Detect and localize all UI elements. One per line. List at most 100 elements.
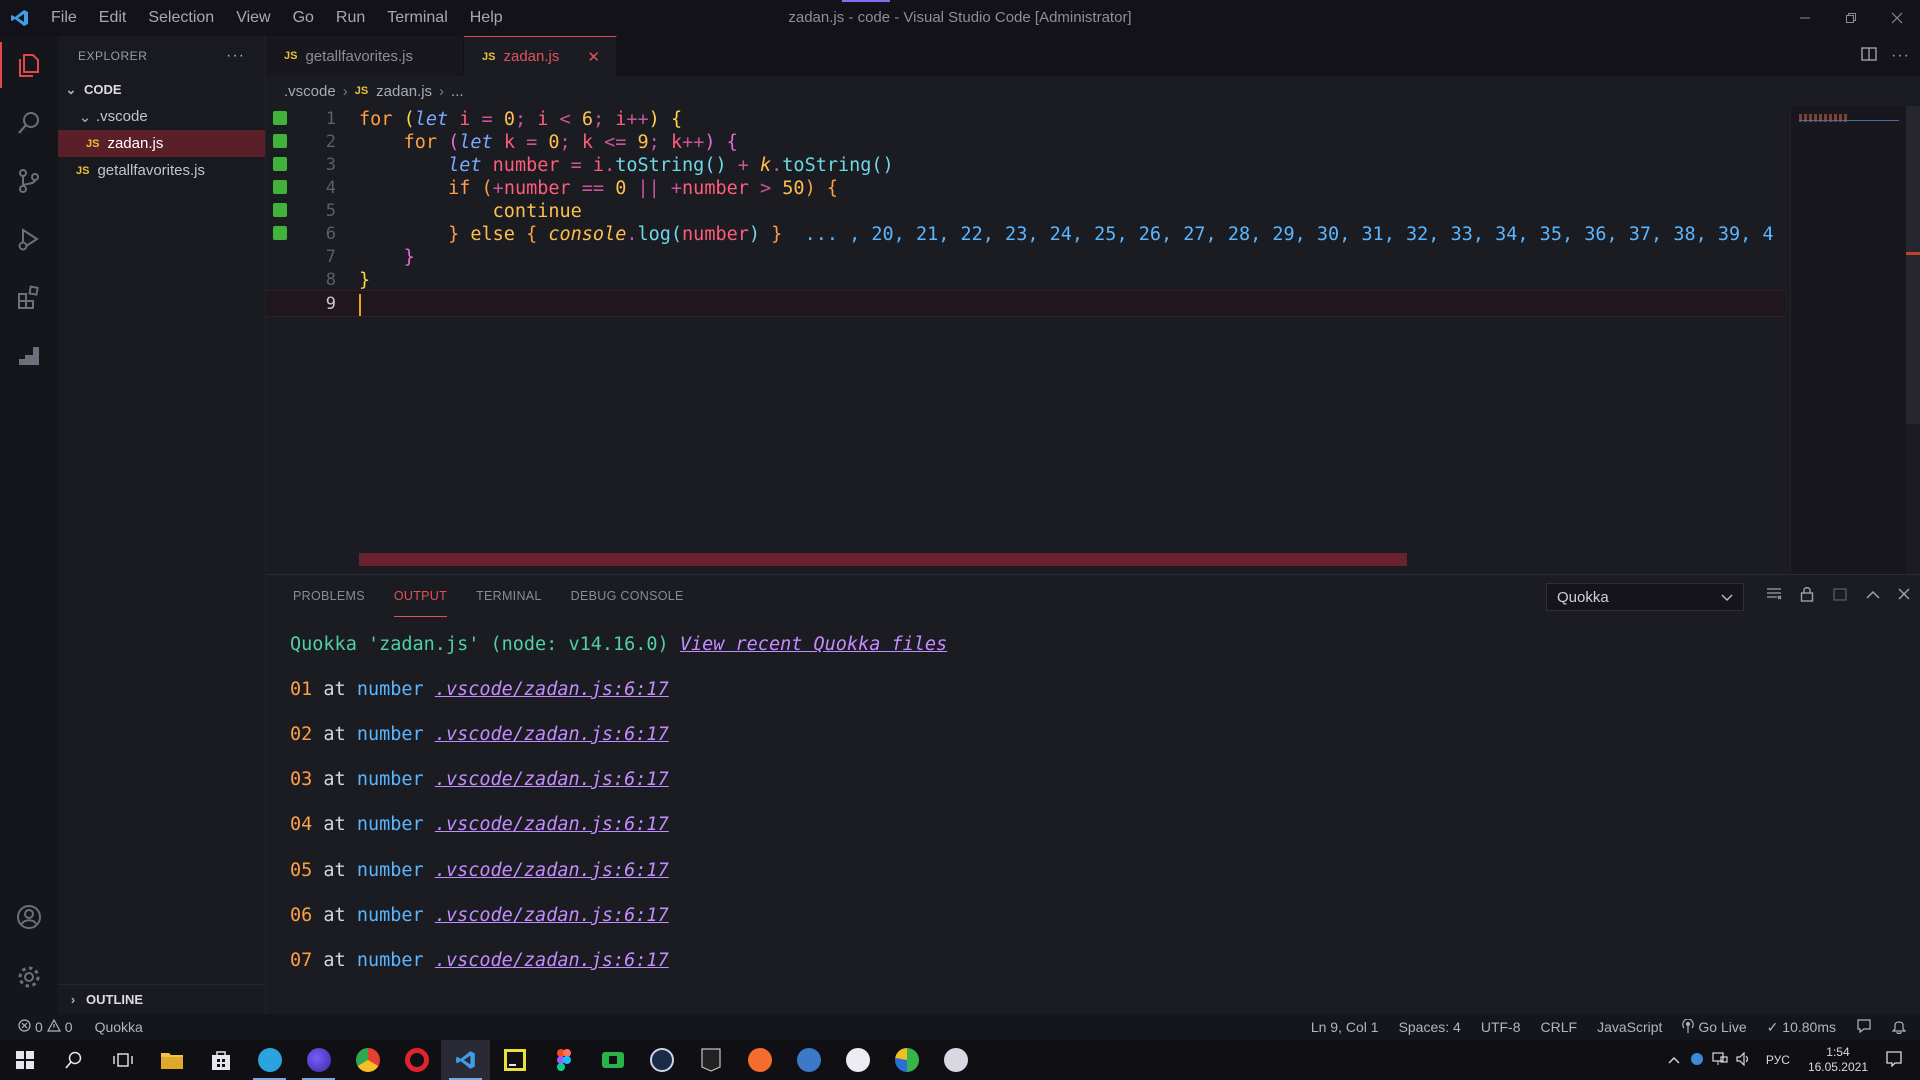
browser-globe-icon[interactable]	[882, 1040, 931, 1080]
feedback-icon[interactable]	[1856, 1018, 1872, 1037]
figma-icon[interactable]	[539, 1040, 588, 1080]
qbittorrent-icon[interactable]	[784, 1040, 833, 1080]
vpn-icon[interactable]	[833, 1040, 882, 1080]
firefox-icon[interactable]	[294, 1040, 343, 1080]
accounts-icon[interactable]	[0, 888, 58, 946]
remote-explorer-icon[interactable]	[0, 326, 58, 384]
quokka-status[interactable]: Quokka	[95, 1019, 143, 1035]
close-tab-icon[interactable]: ✕	[587, 48, 600, 66]
quokka-header: Quokka 'zadan.js' (node: v14.16.0) View …	[290, 634, 948, 655]
go-live-button[interactable]: Go Live	[1682, 1017, 1747, 1036]
input-language[interactable]: РУС	[1766, 1053, 1790, 1067]
close-window-button[interactable]	[1874, 0, 1920, 36]
notifications-bell-icon[interactable]	[1891, 1018, 1907, 1037]
opera-icon[interactable]	[392, 1040, 441, 1080]
lock-scroll-icon[interactable]	[1800, 586, 1814, 607]
tab-zadan[interactable]: JS zadan.js ✕	[464, 36, 617, 76]
origin-icon[interactable]	[735, 1040, 784, 1080]
source-link[interactable]: .vscode/zadan.js:6:17	[435, 860, 669, 881]
menu-help[interactable]: Help	[459, 9, 514, 27]
file-explorer-icon[interactable]	[147, 1040, 196, 1080]
network-icon[interactable]	[1712, 1051, 1728, 1069]
clock[interactable]: 1:54 16.05.2021	[1808, 1045, 1868, 1075]
source-link[interactable]: .vscode/zadan.js:6:17	[435, 679, 669, 700]
js-file-icon: JS	[76, 164, 90, 177]
outline-section[interactable]: › OUTLINE	[58, 984, 265, 1014]
quokka-timing[interactable]: ✓ 10.80ms	[1767, 1019, 1836, 1036]
bottom-panel: PROBLEMS OUTPUT TERMINAL DEBUG CONSOLE Q…	[266, 574, 1920, 1014]
epic-games-icon[interactable]	[686, 1040, 735, 1080]
file-getallfavorites-js[interactable]: JS getallfavorites.js	[58, 157, 265, 184]
pycharm-icon[interactable]	[490, 1040, 539, 1080]
horizontal-scrollbar[interactable]	[359, 553, 1407, 566]
chevron-up-icon[interactable]	[1668, 1053, 1680, 1067]
explorer-sidebar: EXPLORER ··· ⌄ CODE ⌄ .vscode JS zadan.j…	[58, 36, 266, 1014]
menu-run[interactable]: Run	[325, 9, 376, 27]
source-link[interactable]: .vscode/zadan.js:6:17	[435, 769, 669, 790]
app-green-icon[interactable]	[588, 1040, 637, 1080]
source-control-icon[interactable]	[0, 152, 58, 210]
cursor-position[interactable]: Ln 9, Col 1	[1311, 1019, 1379, 1035]
tab-terminal[interactable]: TERMINAL	[476, 575, 542, 617]
task-view-icon[interactable]	[98, 1040, 147, 1080]
code-editor[interactable]: 1 for (let i = 0; i < 6; i++) { 2 for (l…	[266, 106, 1920, 574]
taskbar-search-icon[interactable]	[49, 1040, 98, 1080]
more-actions-icon[interactable]: ···	[226, 47, 245, 65]
language-mode[interactable]: JavaScript	[1597, 1019, 1662, 1035]
open-log-icon[interactable]	[1832, 586, 1848, 607]
encoding[interactable]: UTF-8	[1481, 1019, 1521, 1035]
menu-view[interactable]: View	[225, 9, 281, 27]
end-of-line[interactable]: CRLF	[1541, 1019, 1578, 1035]
microsoft-store-icon[interactable]	[196, 1040, 245, 1080]
tray-app-icon[interactable]	[1690, 1052, 1704, 1069]
menu-selection[interactable]: Selection	[137, 9, 225, 27]
action-center-icon[interactable]	[1886, 1050, 1902, 1070]
minimize-button[interactable]	[1782, 0, 1828, 36]
source-link[interactable]: .vscode/zadan.js:6:17	[435, 724, 669, 745]
split-editor-icon[interactable]	[1861, 46, 1877, 67]
menu-terminal[interactable]: Terminal	[376, 9, 458, 27]
volume-icon[interactable]	[1736, 1051, 1752, 1069]
chrome-icon[interactable]	[343, 1040, 392, 1080]
menu-file[interactable]: File	[40, 9, 88, 27]
minimap[interactable]	[1790, 106, 1906, 574]
menu-edit[interactable]: Edit	[88, 9, 138, 27]
vertical-scrollbar[interactable]	[1906, 106, 1920, 574]
folder-vscode[interactable]: ⌄ .vscode	[58, 103, 265, 130]
text-cursor	[359, 294, 361, 316]
settings-gear-icon[interactable]	[0, 948, 58, 1006]
panel-tabs: PROBLEMS OUTPUT TERMINAL DEBUG CONSOLE	[266, 575, 713, 617]
file-zadan-js[interactable]: JS zadan.js	[58, 130, 265, 157]
vscode-taskbar-icon[interactable]	[441, 1040, 490, 1080]
source-link[interactable]: .vscode/zadan.js:6:17	[435, 950, 669, 971]
start-button[interactable]	[0, 1040, 49, 1080]
search-icon[interactable]	[0, 94, 58, 152]
restore-button[interactable]	[1828, 0, 1874, 36]
source-link[interactable]: .vscode/zadan.js:6:17	[435, 814, 669, 835]
clear-output-icon[interactable]	[1766, 587, 1782, 606]
menu-go[interactable]: Go	[282, 9, 325, 27]
telegram-icon[interactable]	[245, 1040, 294, 1080]
more-actions-icon[interactable]: ···	[1891, 47, 1910, 65]
breadcrumb-folder[interactable]: .vscode	[284, 83, 336, 100]
tab-getallfavorites[interactable]: JS getallfavorites.js	[266, 36, 465, 76]
view-recent-quokka-files-link[interactable]: View recent Quokka files	[680, 634, 947, 655]
folder-label: .vscode	[96, 108, 148, 125]
maximize-panel-icon[interactable]	[1866, 587, 1880, 605]
run-debug-icon[interactable]	[0, 210, 58, 268]
breadcrumb-symbol[interactable]: ...	[451, 83, 464, 100]
explorer-icon[interactable]	[0, 36, 58, 94]
output-channel-select[interactable]: Quokka	[1546, 583, 1744, 611]
breadcrumb-file[interactable]: zadan.js	[376, 83, 432, 100]
tab-output[interactable]: OUTPUT	[394, 575, 447, 617]
workspace-root[interactable]: ⌄ CODE	[58, 76, 265, 103]
obs-icon[interactable]	[931, 1040, 980, 1080]
tab-problems[interactable]: PROBLEMS	[293, 575, 365, 617]
tab-debug-console[interactable]: DEBUG CONSOLE	[571, 575, 684, 617]
close-panel-icon[interactable]	[1898, 587, 1910, 605]
problems-status[interactable]: 0 0	[18, 1018, 73, 1035]
steam-icon[interactable]	[637, 1040, 686, 1080]
source-link[interactable]: .vscode/zadan.js:6:17	[435, 905, 669, 926]
indentation[interactable]: Spaces: 4	[1399, 1019, 1461, 1035]
extensions-icon[interactable]	[0, 268, 58, 326]
